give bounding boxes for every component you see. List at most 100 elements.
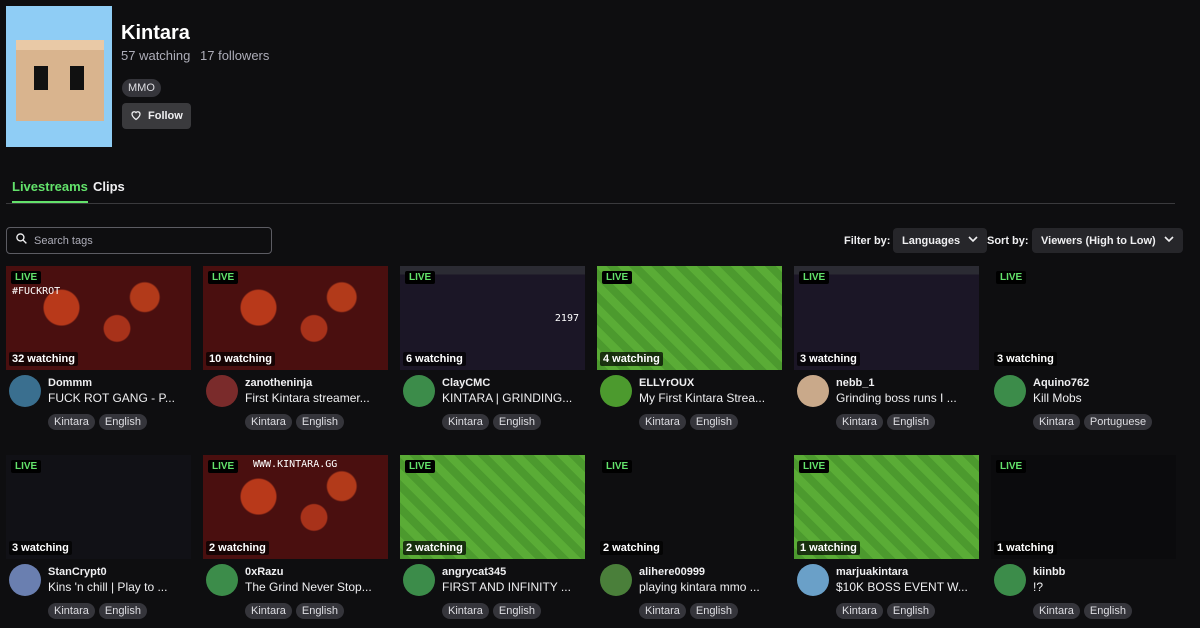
streamer-name[interactable]: 0xRazu bbox=[245, 566, 284, 578]
stream-thumbnail[interactable]: LIVE 3 watching bbox=[794, 266, 979, 370]
stream-tag[interactable]: English bbox=[886, 603, 935, 619]
streamer-name[interactable]: angrycat345 bbox=[442, 566, 506, 578]
stream-tag[interactable]: Kintara bbox=[48, 603, 95, 619]
streamer-name[interactable]: ClayCMC bbox=[442, 377, 490, 389]
tab-clips[interactable]: Clips bbox=[93, 179, 125, 194]
watching-count: 57 watching bbox=[121, 48, 191, 63]
stream-thumbnail[interactable]: LIVE 3 watching bbox=[991, 266, 1176, 370]
stream-tag[interactable]: Kintara bbox=[1033, 603, 1080, 619]
stream-card[interactable]: LIVE 2 watching alihere00999 playing kintar… bbox=[597, 455, 782, 628]
streamer-name[interactable]: alihere00999 bbox=[639, 566, 705, 578]
stream-tag[interactable]: English bbox=[689, 414, 738, 430]
stream-tag[interactable]: English bbox=[492, 603, 541, 619]
stream-thumbnail[interactable]: LIVE 3 watching bbox=[6, 455, 191, 559]
stream-title[interactable]: !? bbox=[1033, 580, 1171, 594]
stream-tag[interactable]: English bbox=[886, 414, 935, 430]
stream-tag[interactable]: Kintara bbox=[442, 414, 489, 430]
stream-card[interactable]: #FUCKROT LIVE 32 watching Dommm FUCK ROT GAN… bbox=[6, 266, 191, 439]
stream-thumbnail[interactable]: WWW.KINTARA.GG LIVE 2 watching bbox=[203, 455, 388, 559]
stream-title[interactable]: playing kintara mmo ... bbox=[639, 580, 777, 594]
stream-card[interactable]: LIVE 1 watching kiinbb!? Kintara English bbox=[991, 455, 1176, 628]
stream-title[interactable]: Kins 'n chill | Play to ... bbox=[48, 580, 186, 594]
viewer-count-badge: 10 watching bbox=[206, 352, 275, 366]
stream-title[interactable]: Grinding boss runs I ... bbox=[836, 391, 974, 405]
streamer-name[interactable]: kiinbb bbox=[1033, 566, 1065, 578]
stream-tag[interactable]: English bbox=[98, 603, 147, 619]
chevron-down-icon bbox=[968, 234, 978, 247]
stream-tag[interactable]: English bbox=[492, 414, 541, 430]
streamer-avatar[interactable] bbox=[9, 564, 41, 596]
viewer-count-badge: 4 watching bbox=[600, 352, 663, 366]
stream-tag[interactable]: Kintara bbox=[1033, 414, 1080, 430]
stream-tag[interactable]: Portuguese bbox=[1083, 414, 1153, 430]
stream-thumbnail[interactable]: LIVE 2 watching bbox=[597, 455, 782, 559]
streamer-avatar[interactable] bbox=[994, 564, 1026, 596]
stream-tag[interactable]: English bbox=[98, 414, 147, 430]
streamer-name[interactable]: Dommm bbox=[48, 377, 92, 389]
stream-card[interactable]: LIVE 2 watching angrycat345 FIRST AND INFIN… bbox=[400, 455, 585, 628]
stream-title[interactable]: The Grind Never Stop... bbox=[245, 580, 383, 594]
thumbnail-overlay-text: WWW.KINTARA.GG bbox=[253, 459, 338, 470]
search-tags-box[interactable] bbox=[6, 227, 272, 254]
streamer-avatar[interactable] bbox=[797, 564, 829, 596]
stream-title[interactable]: Kill Mobs bbox=[1033, 391, 1171, 405]
stream-title[interactable]: My First Kintara Strea... bbox=[639, 391, 777, 405]
stream-thumbnail[interactable]: LIVE 2 watching bbox=[400, 455, 585, 559]
tab-livestreams[interactable]: Livestreams bbox=[12, 179, 88, 203]
stream-thumbnail[interactable]: LIVE 10 watching bbox=[203, 266, 388, 370]
streamer-avatar[interactable] bbox=[403, 375, 435, 407]
follow-button[interactable]: Follow bbox=[122, 103, 191, 129]
stream-thumbnail[interactable]: LIVE 4 watching bbox=[597, 266, 782, 370]
stream-card[interactable]: 2197 LIVE 6 watching ClayCMC KINTARA | GRIND… bbox=[400, 266, 585, 439]
live-badge: LIVE bbox=[11, 271, 42, 284]
stream-card[interactable]: LIVE 3 watching Aquino762 Kill Mobs Kintara P… bbox=[991, 266, 1176, 439]
live-badge: LIVE bbox=[11, 460, 42, 473]
streamer-name[interactable]: ELLYrOUX bbox=[639, 377, 694, 389]
stream-title[interactable]: FUCK ROT GANG - P... bbox=[48, 391, 186, 405]
stream-card[interactable]: LIVE 1 watching marjuakintara $10K BOSS EVE… bbox=[794, 455, 979, 628]
streamer-name[interactable]: zanotheninja bbox=[245, 377, 312, 389]
live-badge: LIVE bbox=[602, 460, 633, 473]
streamer-avatar[interactable] bbox=[600, 375, 632, 407]
stream-tag[interactable]: English bbox=[689, 603, 738, 619]
stream-tag[interactable]: Kintara bbox=[639, 603, 686, 619]
streamer-name[interactable]: marjuakintara bbox=[836, 566, 908, 578]
stream-tag[interactable]: Kintara bbox=[836, 414, 883, 430]
stream-title[interactable]: $10K BOSS EVENT W... bbox=[836, 580, 974, 594]
streamer-name[interactable]: nebb_1 bbox=[836, 377, 875, 389]
stream-title[interactable]: KINTARA | GRINDING... bbox=[442, 391, 580, 405]
stream-card[interactable]: LIVE 3 watching nebb_1 Grinding boss runs I… bbox=[794, 266, 979, 439]
stream-thumbnail[interactable]: LIVE 1 watching bbox=[991, 455, 1176, 559]
streamer-avatar[interactable] bbox=[206, 564, 238, 596]
stream-tag[interactable]: Kintara bbox=[442, 603, 489, 619]
stream-tag[interactable]: English bbox=[295, 414, 344, 430]
stream-tag[interactable]: Kintara bbox=[836, 603, 883, 619]
streamer-avatar[interactable] bbox=[9, 375, 41, 407]
streamer-name[interactable]: StanCrypt0 bbox=[48, 566, 107, 578]
streamer-name[interactable]: Aquino762 bbox=[1033, 377, 1089, 389]
stream-tag[interactable]: Kintara bbox=[639, 414, 686, 430]
stream-card[interactable]: WWW.KINTARA.GG LIVE 2 watching 0xRazu The Gr… bbox=[203, 455, 388, 628]
streamer-avatar[interactable] bbox=[206, 375, 238, 407]
stream-card[interactable]: LIVE 10 watching zanotheninja First Kintara… bbox=[203, 266, 388, 439]
stream-title[interactable]: First Kintara streamer... bbox=[245, 391, 383, 405]
stream-tag[interactable]: Kintara bbox=[245, 603, 292, 619]
languages-dropdown[interactable]: Languages bbox=[893, 228, 988, 253]
stream-tag[interactable]: English bbox=[1083, 603, 1132, 619]
search-input[interactable] bbox=[34, 234, 254, 247]
streamer-avatar[interactable] bbox=[994, 375, 1026, 407]
sort-dropdown[interactable]: Viewers (High to Low) bbox=[1032, 228, 1183, 253]
stream-tag[interactable]: Kintara bbox=[48, 414, 95, 430]
stream-thumbnail[interactable]: 2197 LIVE 6 watching bbox=[400, 266, 585, 370]
stream-tag[interactable]: Kintara bbox=[245, 414, 292, 430]
streamer-avatar[interactable] bbox=[403, 564, 435, 596]
genre-tag[interactable]: MMO bbox=[122, 79, 161, 97]
stream-thumbnail[interactable]: LIVE 1 watching bbox=[794, 455, 979, 559]
streamer-avatar[interactable] bbox=[797, 375, 829, 407]
streamer-avatar[interactable] bbox=[600, 564, 632, 596]
stream-card[interactable]: LIVE 4 watching ELLYrOUX My First Kintara S… bbox=[597, 266, 782, 439]
stream-tag[interactable]: English bbox=[295, 603, 344, 619]
stream-card[interactable]: LIVE 3 watching StanCrypt0 Kins 'n chill | … bbox=[6, 455, 191, 628]
stream-title[interactable]: FIRST AND INFINITY ... bbox=[442, 580, 580, 594]
stream-thumbnail[interactable]: #FUCKROT LIVE 32 watching bbox=[6, 266, 191, 370]
